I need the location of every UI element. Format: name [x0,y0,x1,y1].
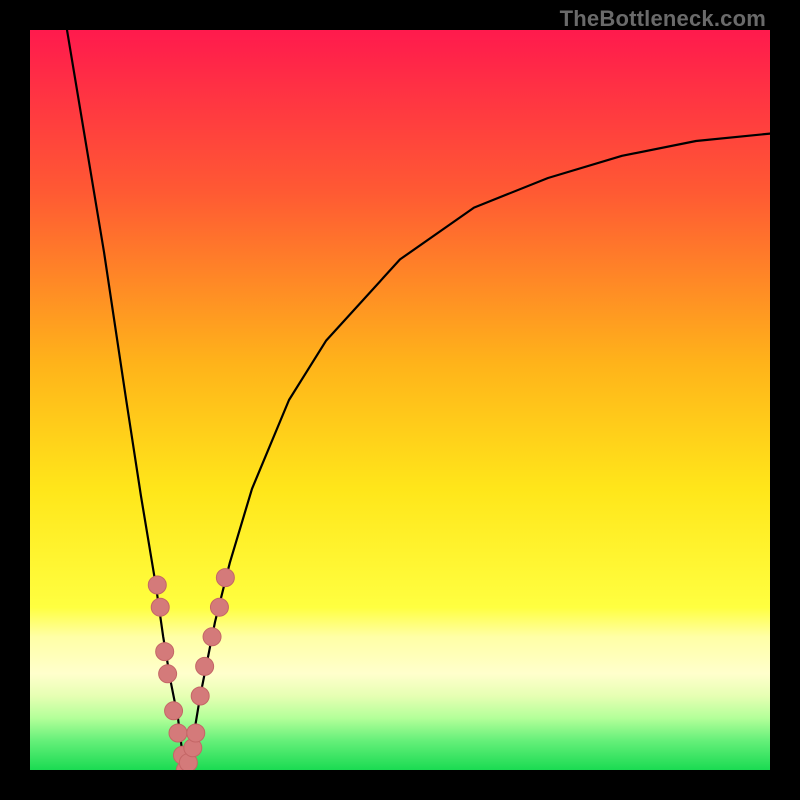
chart-root: TheBottleneck.com [0,0,800,800]
plot-area [30,30,770,770]
data-point [203,628,221,646]
watermark: TheBottleneck.com [560,6,766,32]
marker-group [148,569,234,770]
curve-group [67,30,770,770]
curve-layer [30,30,770,770]
data-point [156,643,174,661]
data-point [196,657,214,675]
data-point [148,576,166,594]
data-point [159,665,177,683]
data-point [216,569,234,587]
curve-right-branch [185,134,770,770]
data-point [191,687,209,705]
data-point [210,598,228,616]
data-point [169,724,187,742]
data-point [151,598,169,616]
data-point [187,724,205,742]
data-point [165,702,183,720]
